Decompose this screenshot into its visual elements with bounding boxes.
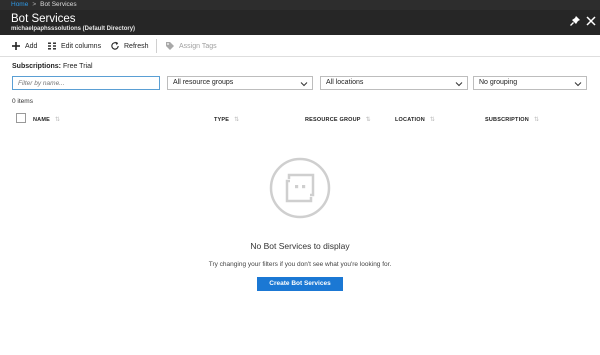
command-bar: Add Edit columns Refresh Assign Tags bbox=[0, 35, 600, 57]
chevron-down-icon bbox=[300, 82, 308, 87]
sort-icon: ⇅ bbox=[429, 117, 436, 123]
blade-header: Bot Services michaelpaphsssolutions (Def… bbox=[0, 10, 600, 35]
column-header-location-label: LOCATION bbox=[395, 116, 425, 123]
refresh-icon bbox=[111, 41, 119, 50]
toolbar-divider bbox=[156, 39, 157, 53]
chevron-down-icon bbox=[574, 82, 582, 87]
chevron-down-icon bbox=[455, 82, 463, 87]
subscription-value[interactable]: Free Trial bbox=[63, 63, 93, 70]
breadcrumb-home-link[interactable]: Home bbox=[11, 1, 28, 8]
sort-icon: ⇅ bbox=[533, 117, 540, 123]
assign-tags-button[interactable]: Assign Tags bbox=[165, 40, 217, 52]
sort-icon: ⇅ bbox=[55, 117, 61, 123]
select-all-checkbox[interactable] bbox=[16, 113, 26, 123]
sort-icon: ⇅ bbox=[234, 117, 240, 123]
locations-dropdown[interactable]: All locations bbox=[320, 76, 468, 90]
locations-value: All locations bbox=[326, 79, 364, 86]
create-bot-services-button[interactable]: Create Bot Services bbox=[257, 277, 343, 291]
column-header-type-label: TYPE bbox=[214, 116, 230, 123]
column-header-subscription[interactable]: SUBSCRIPTION ⇅ bbox=[485, 116, 540, 124]
column-header-type[interactable]: TYPE ⇅ bbox=[214, 116, 240, 124]
breadcrumb-separator: > bbox=[32, 1, 37, 8]
add-label: Add bbox=[25, 42, 38, 50]
edit-columns-label: Edit columns bbox=[61, 42, 102, 50]
bot-service-icon bbox=[269, 157, 331, 219]
empty-state-title: No Bot Services to display bbox=[250, 241, 350, 251]
subscription-filter-summary: Subscriptions: Free Trial bbox=[12, 62, 93, 72]
filter-by-name-input[interactable] bbox=[12, 76, 160, 90]
tag-icon bbox=[166, 42, 174, 50]
table-header: NAME ⇅ TYPE ⇅ RESOURCE GROUP ⇅ LOCATION ⇅ SU… bbox=[0, 111, 600, 127]
empty-state-hint: Try changing your filters if you don't s… bbox=[208, 261, 392, 268]
close-icon[interactable] bbox=[584, 14, 598, 28]
breadcrumb: Home > Bot Services bbox=[0, 0, 600, 10]
pin-icon[interactable] bbox=[568, 14, 582, 28]
column-header-subscription-label: SUBSCRIPTION bbox=[485, 116, 529, 123]
add-button[interactable]: Add bbox=[11, 40, 37, 52]
edit-columns-button[interactable]: Edit columns bbox=[47, 40, 101, 52]
grouping-dropdown[interactable]: No grouping bbox=[473, 76, 587, 90]
columns-icon bbox=[48, 42, 56, 50]
column-header-location[interactable]: LOCATION ⇅ bbox=[395, 116, 436, 124]
refresh-label: Refresh bbox=[124, 42, 149, 50]
column-header-resource-group[interactable]: RESOURCE GROUP ⇅ bbox=[305, 116, 371, 124]
resource-groups-dropdown[interactable]: All resource groups bbox=[167, 76, 313, 90]
column-header-name-label: NAME bbox=[33, 116, 50, 123]
subscription-label: Subscriptions: bbox=[12, 63, 62, 70]
plus-icon bbox=[12, 42, 20, 50]
column-header-name[interactable]: NAME ⇅ bbox=[33, 116, 61, 124]
page-title: Bot Services bbox=[11, 13, 76, 25]
breadcrumb-current: Bot Services bbox=[40, 1, 77, 8]
directory-subtitle: michaelpaphsssolutions (Default Director… bbox=[11, 26, 136, 32]
column-header-resource-group-label: RESOURCE GROUP bbox=[305, 116, 361, 123]
assign-tags-label: Assign Tags bbox=[179, 42, 217, 50]
grouping-value: No grouping bbox=[479, 79, 518, 86]
refresh-button[interactable]: Refresh bbox=[110, 40, 149, 52]
sort-icon: ⇅ bbox=[365, 117, 371, 123]
resource-groups-value: All resource groups bbox=[173, 79, 234, 86]
item-count: 0 items bbox=[12, 98, 33, 105]
